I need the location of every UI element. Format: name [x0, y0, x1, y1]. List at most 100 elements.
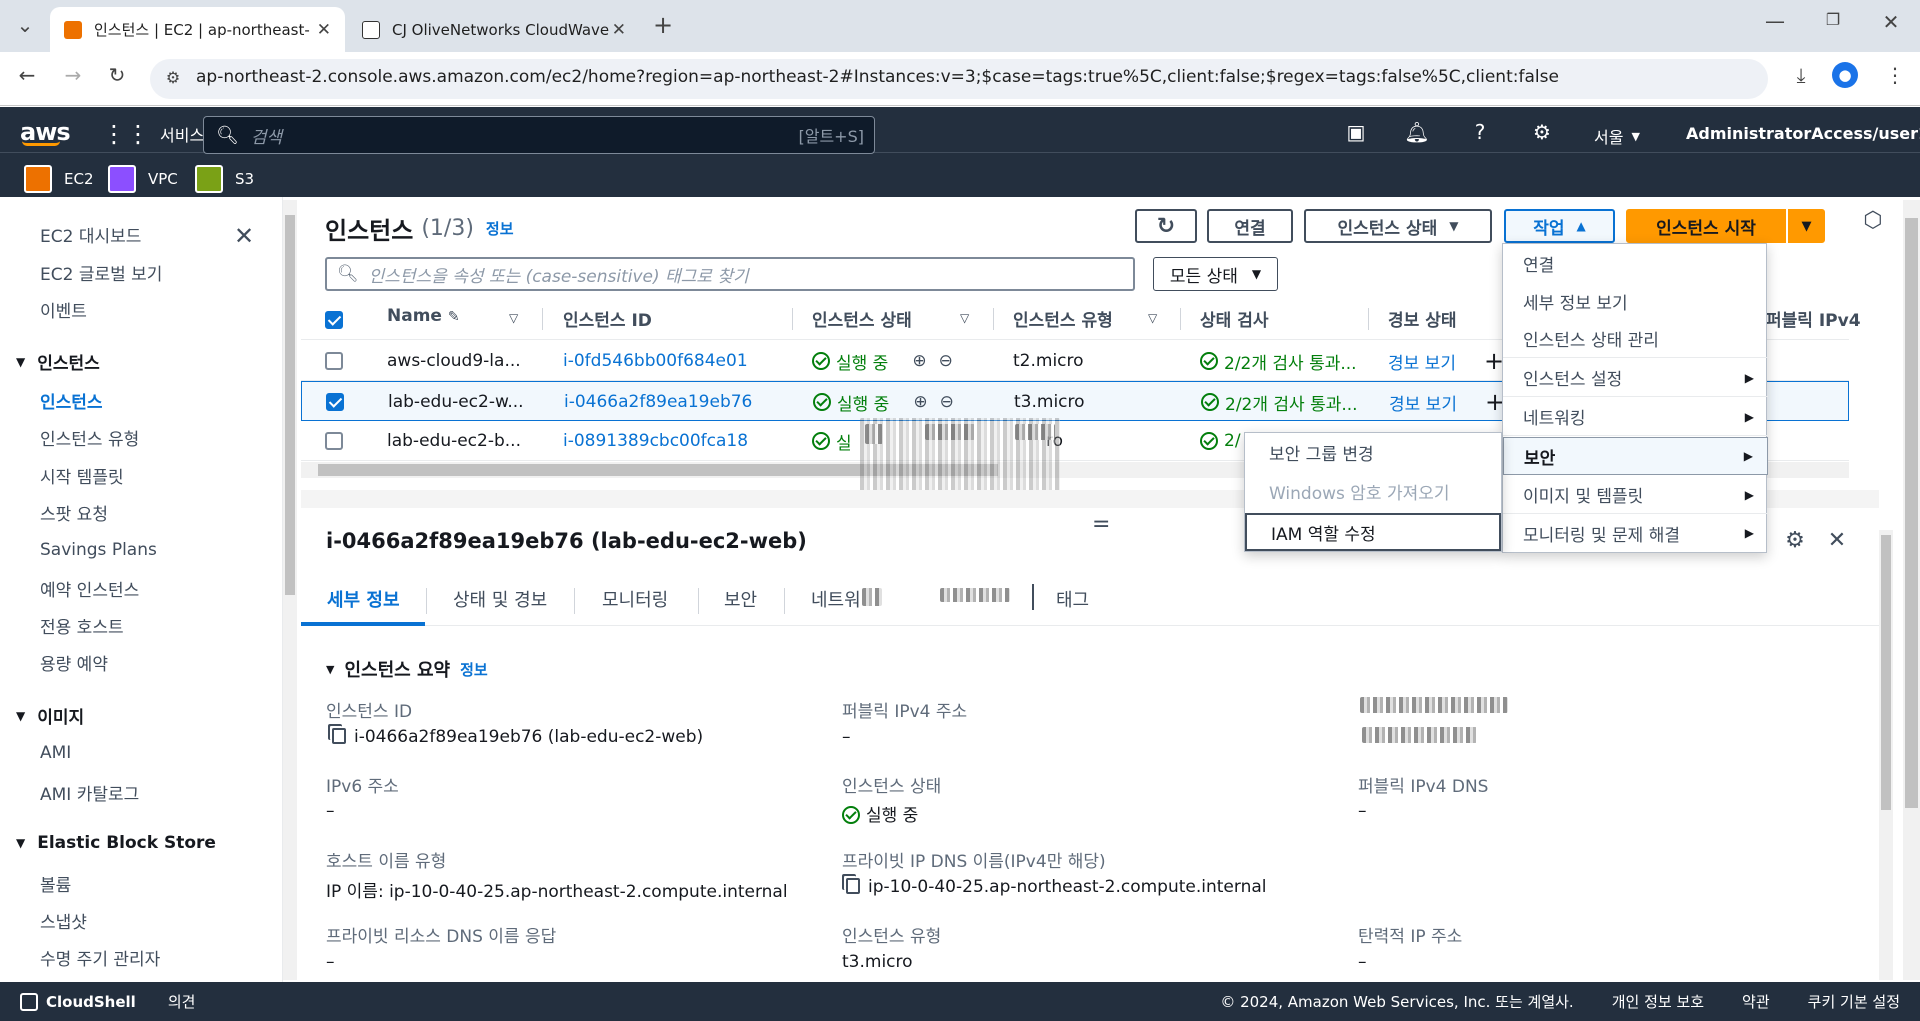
nav-lifecycle-manager[interactable]: 수명 주기 관리자: [40, 945, 160, 970]
select-all-checkbox[interactable]: [325, 311, 343, 329]
view-alarms-link[interactable]: 경보 보기: [1389, 382, 1457, 422]
nav-ec2-global-view[interactable]: EC2 글로벌 보기: [40, 260, 162, 285]
close-icon[interactable]: ✕: [612, 20, 626, 40]
menu-item-instance-settings[interactable]: 인스턴스 설정 ▶: [1503, 359, 1768, 397]
zoom-out-icon[interactable]: ⊖: [939, 351, 953, 371]
restore-icon[interactable]: ❐: [1818, 10, 1848, 29]
menu-item-networking[interactable]: 네트워킹 ▶: [1503, 398, 1768, 436]
close-icon[interactable]: ✕: [317, 20, 331, 40]
back-icon[interactable]: ←: [12, 63, 42, 87]
nav-ec2-dashboard[interactable]: EC2 대시보드: [40, 222, 141, 247]
zoom-in-icon[interactable]: ⊕: [912, 351, 926, 371]
column-header-public-ipv4[interactable]: 퍼블릭 IPv4: [1766, 306, 1861, 331]
new-tab-icon[interactable]: +: [648, 11, 678, 39]
launch-instances-button[interactable]: 인스턴스 시작: [1626, 209, 1786, 243]
services-menu[interactable]: ⋮⋮ 서비스: [102, 120, 204, 148]
favorite-vpc[interactable]: VPC: [108, 165, 178, 193]
nav-instance-types[interactable]: 인스턴스 유형: [40, 425, 139, 450]
nav-section-ebs[interactable]: ▼ Elastic Block Store: [16, 833, 216, 853]
browser-tab-ec2[interactable]: 인스턴스 | EC2 | ap-northeast- ✕: [50, 7, 345, 52]
account-menu[interactable]: AdministratorAccess/user17▼: [1686, 124, 1920, 143]
nav-savings-plans[interactable]: Savings Plans: [40, 540, 157, 560]
nav-scrollbar-thumb[interactable]: [285, 215, 295, 595]
connect-button[interactable]: 연결: [1207, 209, 1293, 243]
global-search[interactable]: 🔍︎ 검색 [알트+S]: [203, 116, 875, 154]
sort-icon[interactable]: ▽: [960, 311, 969, 325]
close-nav-icon[interactable]: ✕: [229, 222, 259, 250]
nav-ami-catalog[interactable]: AMI 카탈로그: [40, 780, 139, 805]
menu-item-images-templates[interactable]: 이미지 및 템플릿 ▶: [1503, 476, 1768, 514]
forward-icon[interactable]: →: [58, 63, 88, 87]
refresh-button[interactable]: ↻: [1135, 209, 1197, 243]
instance-id-link[interactable]: i-0891389cbc00fca18: [563, 421, 748, 461]
site-info-icon[interactable]: ⚙: [158, 68, 188, 87]
favorite-s3[interactable]: S3: [195, 165, 254, 193]
nav-section-instances[interactable]: ▼ 인스턴스: [16, 349, 100, 374]
launch-dropdown-button[interactable]: ▼: [1788, 209, 1825, 243]
drag-handle-icon[interactable]: =: [1092, 512, 1110, 537]
section-header-instance-summary[interactable]: ▼ 인스턴스 요약 정보: [326, 656, 488, 682]
nav-capacity-reservations[interactable]: 용량 예약: [40, 650, 108, 675]
url-text[interactable]: ap-northeast-2.console.aws.amazon.com/ec…: [196, 67, 1559, 87]
menu-item-security[interactable]: 보안 ▶: [1503, 437, 1768, 475]
copy-icon[interactable]: [846, 878, 860, 894]
view-alarms-link[interactable]: 경보 보기: [1388, 341, 1456, 381]
column-header-instance-state[interactable]: 인스턴스 상태: [812, 306, 912, 331]
sort-icon[interactable]: ▽: [1148, 311, 1157, 325]
column-header-status-check[interactable]: 상태 검사: [1200, 306, 1268, 331]
zoom-out-icon[interactable]: ⊖: [940, 392, 954, 412]
info-link[interactable]: 정보: [460, 659, 488, 680]
download-icon[interactable]: ⤓: [1786, 63, 1816, 87]
nav-instances[interactable]: 인스턴스: [40, 388, 103, 413]
nav-launch-templates[interactable]: 시작 템플릿: [40, 463, 124, 488]
details-scrollbar-thumb[interactable]: [1881, 535, 1891, 810]
copy-icon[interactable]: [332, 728, 346, 744]
row-checkbox[interactable]: [325, 432, 343, 450]
cookie-preferences-link[interactable]: 쿠키 기본 설정: [1808, 991, 1900, 1012]
tools-panel-icon[interactable]: ⬡: [1858, 208, 1888, 233]
instance-state-button[interactable]: 인스턴스 상태 ▼: [1304, 209, 1492, 243]
tab-tags[interactable]: 태그: [1056, 586, 1090, 612]
browser-menu-icon[interactable]: ⋮: [1880, 63, 1910, 87]
nav-snapshots[interactable]: 스냅샷: [40, 908, 87, 933]
row-checkbox[interactable]: [326, 393, 344, 411]
instance-id-link[interactable]: i-0fd546bb00f684e01: [563, 341, 748, 381]
tab-networking[interactable]: 네트워: [811, 586, 861, 612]
notifications-bell-icon[interactable]: 🔔︎: [1402, 120, 1432, 144]
tab-monitoring[interactable]: 모니터링: [602, 586, 668, 612]
nav-ami[interactable]: AMI: [40, 743, 71, 763]
column-header-alarm-status[interactable]: 경보 상태: [1388, 306, 1456, 331]
menu-item-manage-state[interactable]: 인스턴스 상태 관리: [1503, 320, 1768, 358]
tab-details[interactable]: 세부 정보: [327, 586, 400, 612]
column-header-instance-id[interactable]: 인스턴스 ID: [563, 306, 652, 331]
favorite-ec2[interactable]: EC2: [24, 165, 94, 193]
help-icon[interactable]: ?: [1465, 120, 1495, 144]
nav-reserved-instances[interactable]: 예약 인스턴스: [40, 576, 139, 601]
menu-item-monitoring-troubleshoot[interactable]: 모니터링 및 문제 해결 ▶: [1503, 514, 1768, 552]
browser-tab-cloudwave[interactable]: CJ OliveNetworks CloudWave ✕: [348, 7, 640, 52]
nav-spot-requests[interactable]: 스팟 요청: [40, 500, 108, 525]
nav-section-images[interactable]: ▼ 이미지: [16, 703, 84, 728]
close-panel-icon[interactable]: ✕: [1822, 528, 1852, 553]
tab-status-alarms[interactable]: 상태 및 경보: [453, 586, 547, 612]
profile-icon[interactable]: ●: [1830, 61, 1860, 88]
nav-dedicated-hosts[interactable]: 전용 호스트: [40, 613, 124, 638]
cloudshell-link[interactable]: CloudShell: [46, 993, 136, 1011]
tab-search-icon[interactable]: ⌄: [10, 13, 40, 37]
page-scrollbar-thumb[interactable]: [1905, 218, 1918, 808]
window-close-icon[interactable]: ✕: [1876, 10, 1906, 34]
column-header-name[interactable]: Name ✎: [387, 306, 460, 326]
search-input[interactable]: 검색: [251, 123, 282, 148]
sort-icon[interactable]: ▽: [509, 311, 518, 325]
terms-link[interactable]: 약관: [1742, 991, 1770, 1012]
menu-item-change-security-groups[interactable]: 보안 그룹 변경: [1245, 433, 1501, 471]
preferences-gear-icon[interactable]: ⚙: [1780, 528, 1810, 553]
nav-volumes[interactable]: 볼륨: [40, 871, 71, 896]
instance-id-link[interactable]: i-0466a2f89ea19eb76: [564, 382, 752, 422]
feedback-link[interactable]: 의견: [168, 991, 196, 1012]
filter-input[interactable]: 🔍︎ 인스턴스을 속성 또는 (case-sensitive) 태그로 찾기: [325, 257, 1135, 291]
reload-icon[interactable]: ↻: [102, 63, 132, 87]
actions-button[interactable]: 작업 ▲: [1504, 209, 1615, 243]
settings-gear-icon[interactable]: ⚙: [1527, 120, 1557, 144]
minimize-icon[interactable]: —: [1760, 9, 1790, 33]
